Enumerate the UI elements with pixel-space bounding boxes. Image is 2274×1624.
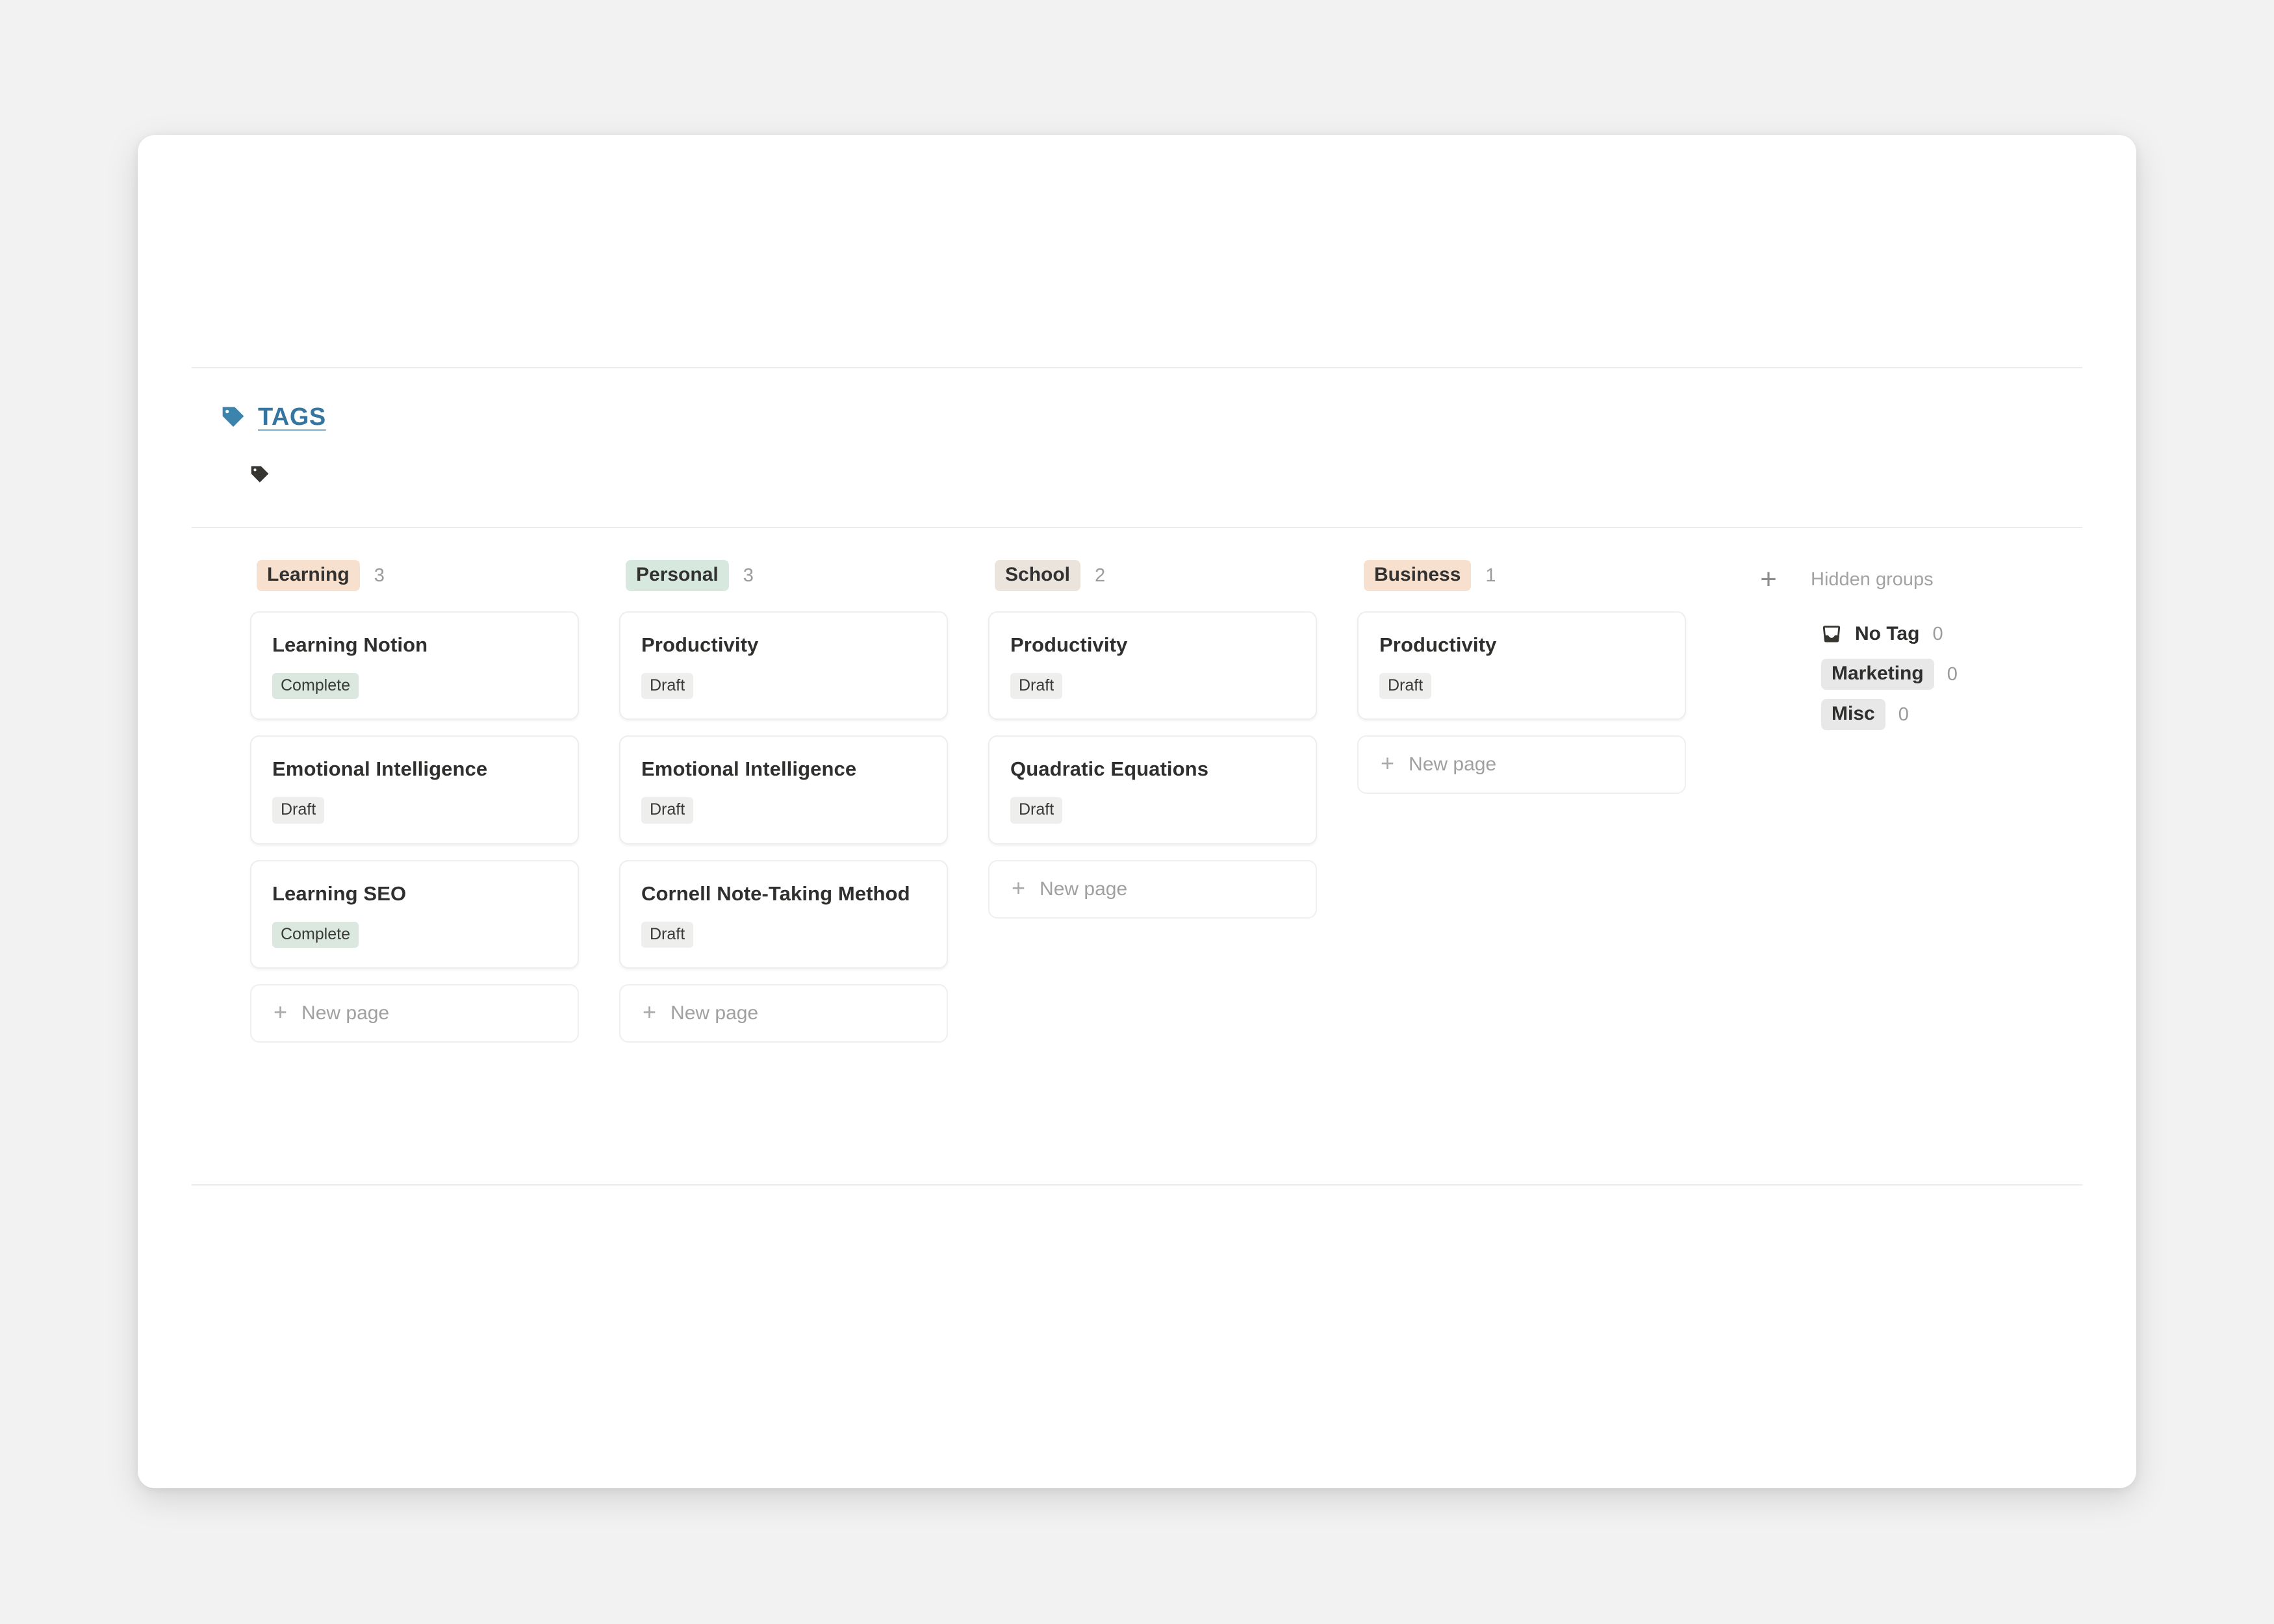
hidden-group-label: No Tag — [1855, 623, 1920, 644]
page-card[interactable]: Emotional Intelligence Draft — [619, 735, 948, 844]
hidden-group-chip[interactable]: Misc — [1821, 699, 1885, 730]
status-badge: Draft — [272, 797, 325, 824]
board-columns: Learning 3 Learning Notion Complete Emot… — [192, 557, 2082, 1043]
card-title: Productivity — [1379, 633, 1497, 656]
status-badge: Draft — [1010, 797, 1063, 824]
card-title: Quadratic Equations — [1010, 757, 1209, 781]
column-header[interactable]: School 2 — [988, 557, 1357, 594]
new-page-label: New page — [671, 1002, 759, 1024]
add-group-column: + — [1726, 557, 1811, 598]
new-page-button[interactable]: + New page — [988, 859, 1317, 919]
page-card[interactable]: Cornell Note-Taking Method Draft — [619, 859, 948, 969]
tags-database-block: TAGS Learning 3 Learning Notion Complete… — [192, 367, 2082, 1186]
hidden-group-misc[interactable]: Misc 0 — [1811, 694, 2082, 735]
card-title: Cornell Note-Taking Method — [641, 882, 910, 905]
card-title: Emotional Intelligence — [641, 757, 857, 781]
database-sub-icon-row — [249, 464, 271, 486]
page-title[interactable]: TAGS — [258, 403, 326, 431]
page-card[interactable]: Emotional Intelligence Draft — [250, 735, 579, 844]
page-card[interactable]: Quadratic Equations Draft — [988, 735, 1317, 844]
hidden-group-no-tag[interactable]: No Tag 0 — [1811, 614, 2082, 654]
status-badge: Draft — [1379, 673, 1432, 700]
card-list: Learning Notion Complete Emotional Intel… — [250, 611, 619, 1043]
new-page-button[interactable]: + New page — [250, 983, 579, 1043]
page-card[interactable]: Productivity Draft — [988, 611, 1317, 720]
column-count: 2 — [1095, 565, 1106, 586]
column-count: 1 — [1485, 565, 1496, 586]
status-badge: Draft — [641, 673, 694, 700]
card-title: Productivity — [641, 633, 759, 656]
column-header[interactable]: Business 1 — [1357, 557, 1726, 594]
tag-icon — [220, 405, 246, 431]
new-page-button[interactable]: + New page — [619, 983, 948, 1043]
status-badge: Complete — [272, 673, 359, 700]
database-header: TAGS — [192, 368, 2082, 528]
hidden-group-count: 0 — [1898, 704, 1909, 725]
column-tag-chip[interactable]: Learning — [257, 560, 360, 591]
card-list: Productivity Draft Quadratic Equations D… — [988, 611, 1357, 919]
card-list: Productivity Draft + New page — [1357, 611, 1726, 794]
status-badge: Draft — [641, 921, 694, 948]
new-page-label: New page — [301, 1002, 390, 1024]
add-group-button[interactable]: + — [1750, 561, 1787, 598]
plus-icon: + — [1381, 750, 1395, 777]
page-card[interactable]: Productivity Draft — [1357, 611, 1686, 720]
column-count: 3 — [743, 565, 754, 586]
column-tag-chip[interactable]: School — [995, 560, 1081, 591]
card-title: Learning SEO — [272, 882, 407, 905]
column-tag-chip[interactable]: Personal — [626, 560, 729, 591]
status-badge: Complete — [272, 921, 359, 948]
page-card[interactable]: Learning Notion Complete — [250, 611, 579, 720]
card-title: Emotional Intelligence — [272, 757, 488, 781]
board-column-personal: Personal 3 Productivity Draft Emotional … — [619, 557, 988, 1043]
hidden-group-count: 0 — [1932, 623, 1943, 644]
database-title-row: TAGS — [220, 403, 326, 431]
status-badge: Draft — [1010, 673, 1063, 700]
page-card[interactable]: Learning SEO Complete — [250, 859, 579, 969]
card-title: Learning Notion — [272, 633, 428, 656]
plus-icon: + — [1012, 874, 1026, 901]
board-column-school: School 2 Productivity Draft Quadratic Eq… — [988, 557, 1357, 919]
app-window: TAGS Learning 3 Learning Notion Complete… — [138, 135, 2136, 1488]
hidden-groups-panel: Hidden groups No Tag 0 Marketing 0 Misc … — [1811, 557, 2082, 735]
new-page-label: New page — [1040, 878, 1128, 900]
plus-icon: + — [643, 998, 657, 1025]
new-page-label: New page — [1409, 754, 1497, 776]
column-header[interactable]: Personal 3 — [619, 557, 988, 594]
board-column-business: Business 1 Productivity Draft + New page — [1357, 557, 1726, 794]
inbox-icon — [1821, 624, 1842, 644]
board-column-learning: Learning 3 Learning Notion Complete Emot… — [250, 557, 619, 1043]
status-badge: Draft — [641, 797, 694, 824]
plus-icon: + — [274, 998, 288, 1025]
hidden-group-marketing[interactable]: Marketing 0 — [1811, 654, 2082, 694]
page-card[interactable]: Productivity Draft — [619, 611, 948, 720]
hidden-group-count: 0 — [1947, 663, 1958, 685]
new-page-button[interactable]: + New page — [1357, 735, 1686, 794]
hidden-groups-title: Hidden groups — [1811, 568, 1934, 590]
column-tag-chip[interactable]: Business — [1364, 560, 1472, 591]
hidden-group-chip[interactable]: Marketing — [1821, 659, 1934, 690]
board-view: Learning 3 Learning Notion Complete Emot… — [192, 528, 2082, 1184]
column-count: 3 — [374, 565, 385, 586]
card-title: Productivity — [1010, 633, 1128, 656]
tag-icon — [249, 464, 271, 486]
column-header[interactable]: Learning 3 — [250, 557, 619, 594]
card-list: Productivity Draft Emotional Intelligenc… — [619, 611, 988, 1043]
